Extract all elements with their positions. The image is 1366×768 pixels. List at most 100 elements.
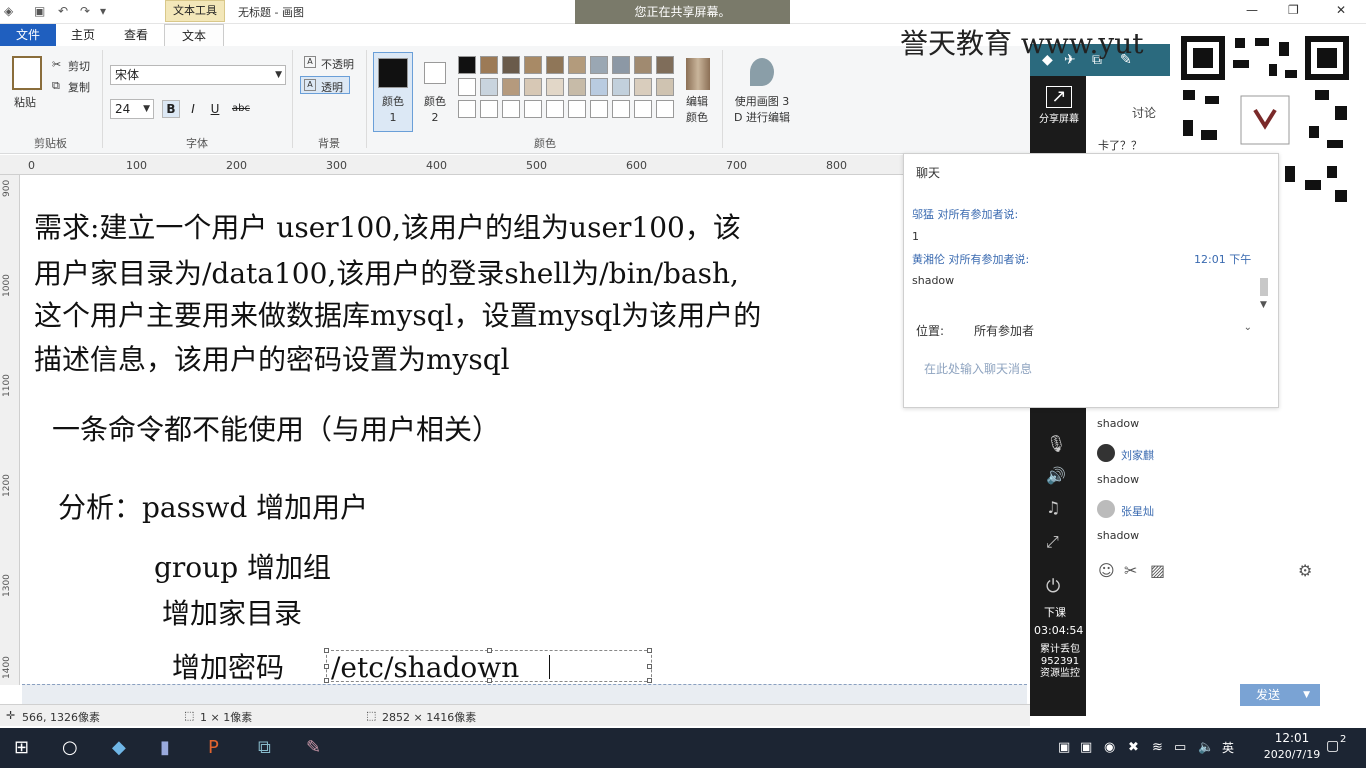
tab-file[interactable]: 文件 bbox=[0, 24, 56, 46]
text-edit-box[interactable]: /etc/shadown bbox=[324, 648, 652, 684]
palette-swatch[interactable] bbox=[546, 78, 564, 96]
stats-monitor[interactable]: 资源监控 bbox=[1036, 668, 1084, 680]
image-icon[interactable]: ▨ bbox=[1150, 561, 1165, 580]
cut-button[interactable]: 剪切 bbox=[68, 58, 90, 74]
palette-swatch[interactable] bbox=[612, 78, 630, 96]
notification-center[interactable]: ▢ 2 bbox=[1326, 734, 1348, 758]
redo-icon[interactable]: ↷ bbox=[80, 4, 90, 18]
palette-swatch-empty[interactable] bbox=[546, 100, 564, 118]
palette-swatch[interactable] bbox=[502, 78, 520, 96]
close-icon[interactable]: ✕ bbox=[1336, 3, 1346, 17]
tray-icon[interactable]: ✖ bbox=[1128, 740, 1139, 755]
resize-handle[interactable] bbox=[487, 678, 492, 683]
chevron-down-icon[interactable]: ▼ bbox=[1260, 300, 1267, 310]
palette-swatch[interactable] bbox=[480, 78, 498, 96]
paste-icon[interactable] bbox=[12, 56, 42, 90]
palette-swatch-empty[interactable] bbox=[590, 100, 608, 118]
send-button[interactable]: 发送 ▼ bbox=[1240, 684, 1320, 706]
paste-button[interactable]: 粘贴 bbox=[14, 94, 36, 110]
resize-handle[interactable] bbox=[647, 648, 652, 653]
palette-swatch-empty[interactable] bbox=[634, 100, 652, 118]
color2-label[interactable]: 颜色 2 bbox=[420, 94, 450, 126]
book-icon[interactable]: ▮ bbox=[160, 737, 170, 758]
ime-indicator[interactable]: 英 bbox=[1222, 739, 1234, 756]
font-name-select[interactable]: 宋体 ▼ bbox=[110, 65, 286, 85]
palette-swatch[interactable] bbox=[634, 78, 652, 96]
windows-start-icon[interactable]: ⊞ bbox=[14, 737, 29, 758]
palette-swatch-empty[interactable] bbox=[568, 100, 586, 118]
palette-swatch[interactable] bbox=[568, 56, 586, 74]
palette-swatch[interactable] bbox=[524, 78, 542, 96]
resize-handle[interactable] bbox=[647, 678, 652, 683]
chat-scrollbar[interactable] bbox=[1260, 278, 1268, 296]
window-app-icon[interactable]: ⧉ bbox=[258, 737, 271, 758]
emoji-icon[interactable]: ☺ bbox=[1098, 561, 1115, 580]
tray-icon[interactable]: ▣ bbox=[1080, 740, 1092, 755]
palette-swatch[interactable] bbox=[612, 56, 630, 74]
palette-swatch[interactable] bbox=[546, 56, 564, 74]
resize-handle[interactable] bbox=[324, 678, 329, 683]
palette-swatch[interactable] bbox=[502, 56, 520, 74]
undo-icon[interactable]: ↶ bbox=[58, 4, 68, 18]
palette-swatch[interactable] bbox=[480, 56, 498, 74]
palette-swatch[interactable] bbox=[656, 56, 674, 74]
palette-swatch[interactable] bbox=[524, 56, 542, 74]
clock-date[interactable]: 2020/7/19 bbox=[1252, 748, 1332, 761]
transparent-button[interactable]: 透明 bbox=[321, 79, 343, 95]
scissors-icon[interactable]: ✂ bbox=[1124, 561, 1137, 580]
volume-icon[interactable]: 🔈 bbox=[1198, 740, 1214, 755]
palette-swatch-empty[interactable] bbox=[502, 100, 520, 118]
palette-swatch-empty[interactable] bbox=[612, 100, 630, 118]
palette-swatch[interactable] bbox=[458, 78, 476, 96]
resize-handle[interactable] bbox=[647, 664, 652, 669]
customize-icon[interactable]: ▾ bbox=[100, 4, 106, 18]
edit-colors-button[interactable]: 编辑颜色 bbox=[682, 94, 712, 126]
tab-home[interactable]: 主页 bbox=[58, 24, 108, 46]
chat-input[interactable]: 在此处输入聊天消息 bbox=[924, 360, 1264, 377]
cut-icon[interactable]: ✂ bbox=[52, 58, 61, 71]
clock-time[interactable]: 12:01 bbox=[1262, 731, 1322, 745]
resize-handle[interactable] bbox=[324, 664, 329, 669]
color1-swatch[interactable] bbox=[378, 58, 408, 88]
palette-swatch-empty[interactable] bbox=[480, 100, 498, 118]
app-launcher-icon[interactable]: ◆ bbox=[112, 737, 126, 758]
palette-swatch[interactable] bbox=[590, 56, 608, 74]
gear-icon[interactable]: ⚙ bbox=[1298, 561, 1312, 580]
copy-icon[interactable]: ⧉ bbox=[52, 79, 60, 93]
cortana-icon[interactable]: ○ bbox=[62, 737, 78, 758]
palette-swatch-empty[interactable] bbox=[458, 100, 476, 118]
color2-swatch[interactable] bbox=[424, 62, 446, 84]
resize-handle[interactable] bbox=[487, 648, 492, 653]
tab-text[interactable]: 文本 bbox=[164, 24, 224, 46]
edit-colors-icon[interactable] bbox=[686, 58, 710, 90]
italic-button[interactable]: I bbox=[184, 100, 202, 118]
save-icon[interactable]: ▣ bbox=[34, 4, 45, 18]
paint3d-button[interactable]: 使用画图 3 D 进行编辑 bbox=[730, 94, 794, 126]
fullscreen-icon[interactable]: ⤢ bbox=[1046, 532, 1059, 552]
tray-icon[interactable]: ◉ bbox=[1104, 740, 1115, 755]
opaque-button[interactable]: 不透明 bbox=[321, 56, 354, 72]
speaker-icon[interactable]: 🔊 bbox=[1046, 466, 1066, 485]
tray-icon[interactable]: ▣ bbox=[1058, 740, 1070, 755]
palette-swatch[interactable] bbox=[656, 78, 674, 96]
strikethrough-button[interactable]: abc bbox=[228, 100, 254, 118]
tab-view[interactable]: 查看 bbox=[110, 24, 162, 46]
palette-swatch-empty[interactable] bbox=[656, 100, 674, 118]
paint3d-icon[interactable] bbox=[750, 58, 774, 86]
copy-button[interactable]: 复制 bbox=[68, 79, 90, 95]
palette-swatch[interactable] bbox=[590, 78, 608, 96]
palette-swatch[interactable] bbox=[568, 78, 586, 96]
minimize-icon[interactable]: — bbox=[1246, 3, 1258, 17]
bold-button[interactable]: B bbox=[162, 100, 180, 118]
power-icon[interactable]: ⏻ bbox=[1046, 576, 1060, 597]
recipient-select[interactable]: 所有参加者 ⌄ bbox=[974, 322, 1264, 339]
maximize-icon[interactable]: ❐ bbox=[1288, 3, 1299, 17]
microphone-icon[interactable]: 🎙 bbox=[1046, 434, 1066, 453]
share-screen-button[interactable]: ↗ 分享屏幕 bbox=[1034, 82, 1084, 126]
paint-icon[interactable]: ✎ bbox=[306, 737, 321, 758]
battery-icon[interactable]: ▭ bbox=[1174, 740, 1186, 755]
palette-swatch-empty[interactable] bbox=[524, 100, 542, 118]
discuss-tab[interactable]: 讨论 bbox=[1132, 104, 1156, 121]
resize-handle[interactable] bbox=[324, 648, 329, 653]
underline-button[interactable]: U bbox=[206, 100, 224, 118]
